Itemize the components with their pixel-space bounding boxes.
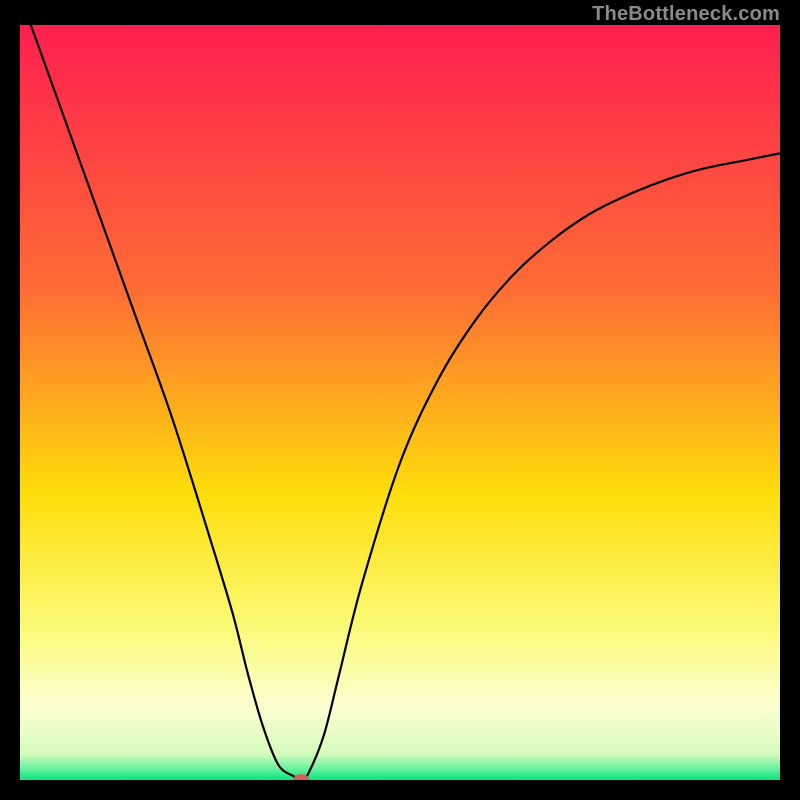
gradient-background (20, 25, 780, 780)
chart-outer-frame: TheBottleneck.com (0, 0, 800, 800)
watermark-label: TheBottleneck.com (592, 3, 780, 26)
plot-frame (20, 25, 780, 780)
chart-svg (20, 25, 780, 780)
